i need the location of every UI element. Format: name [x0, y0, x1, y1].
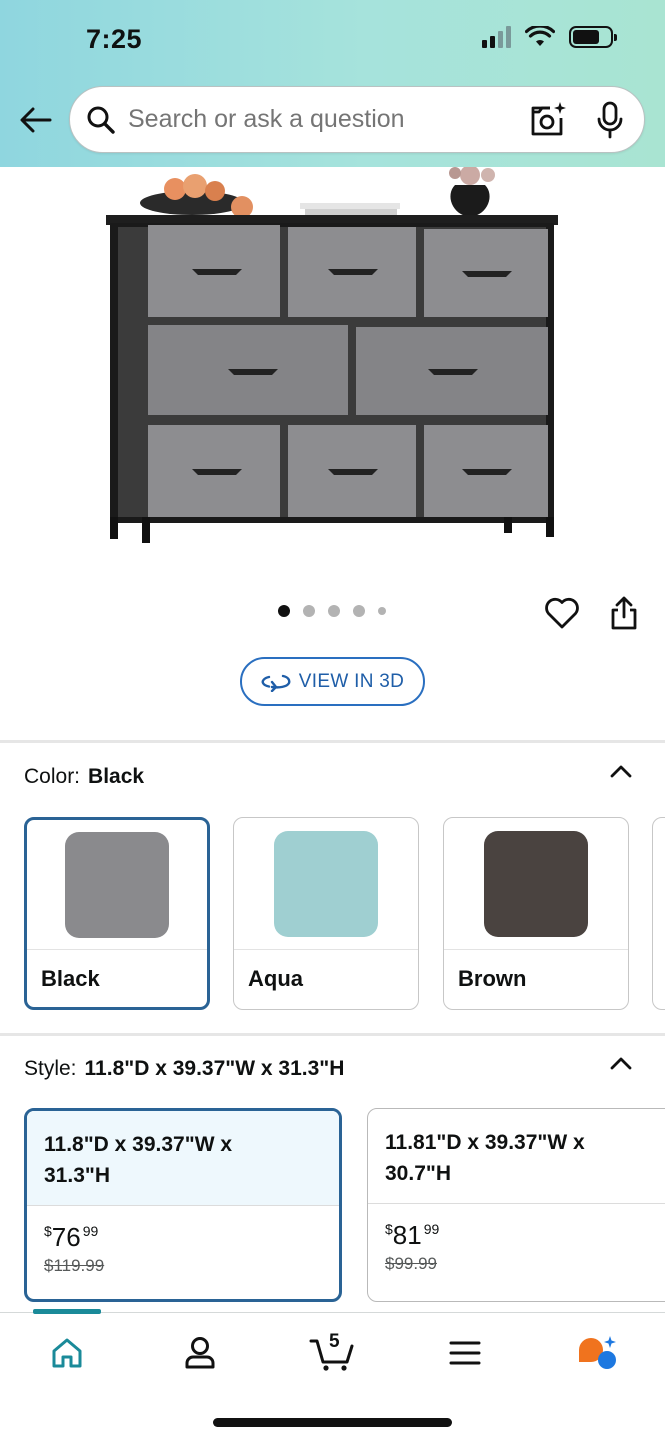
menu-icon: [449, 1341, 481, 1365]
view-in-3d-button[interactable]: VIEW IN 3D: [240, 657, 425, 706]
color-option-aqua[interactable]: Aqua: [233, 817, 419, 1010]
color-selected-value: Black: [88, 765, 145, 788]
status-icons: [482, 26, 617, 48]
color-option-brown[interactable]: Brown: [443, 817, 629, 1010]
nav-cart[interactable]: 5: [309, 1331, 357, 1373]
heart-icon[interactable]: [544, 596, 580, 630]
style-option-size: 30.7"H: [385, 1162, 451, 1185]
rotate-3d-icon: [261, 674, 291, 692]
style-section-label: Style: 11.8"D x 39.37"W x 31.3"H: [24, 1057, 344, 1081]
gallery-dot[interactable]: [278, 605, 290, 617]
style-option-price: $81 99: [385, 1220, 440, 1250]
color-section-label: Color: Black: [24, 765, 144, 789]
search-icon: [87, 106, 115, 134]
nav-active-indicator: [33, 1309, 101, 1314]
swatch-aqua: [274, 830, 378, 937]
nav-menu[interactable]: [442, 1333, 488, 1373]
back-button[interactable]: [16, 100, 56, 140]
style-option-1[interactable]: 11.8"D x 39.37"W x 31.3"H $76 99 $119.99: [24, 1108, 342, 1302]
nav-account[interactable]: [177, 1333, 223, 1373]
gallery-dot[interactable]: [378, 607, 386, 615]
style-option-list-price: $119.99: [44, 1256, 105, 1275]
camera-search-icon[interactable]: [528, 100, 568, 140]
style-option-list-price: $99.99: [385, 1254, 437, 1273]
gallery-dot[interactable]: [353, 605, 365, 617]
style-option-price: $76 99: [44, 1222, 99, 1252]
cart-count: 5: [329, 1331, 340, 1352]
divider: [0, 1033, 665, 1036]
microphone-icon[interactable]: [594, 100, 626, 140]
battery-icon: [569, 26, 617, 48]
status-time: 7:25: [86, 24, 143, 54]
color-option-label: Aqua: [248, 966, 303, 991]
search-input[interactable]: [128, 105, 528, 134]
color-label: Color:: [24, 765, 81, 788]
gallery-pagination[interactable]: [278, 605, 386, 617]
color-option-black[interactable]: Black: [24, 817, 210, 1010]
color-option-partial[interactable]: [652, 817, 665, 1010]
color-option-label: Black: [41, 966, 100, 991]
home-indicator: [213, 1418, 452, 1427]
home-icon: [52, 1338, 82, 1368]
swatch-black: [65, 831, 169, 938]
swatch-brown: [484, 830, 588, 937]
style-selected-value: 11.8"D x 39.37"W x 31.3"H: [84, 1057, 345, 1080]
wifi-icon: [525, 26, 555, 46]
view-in-3d-label: VIEW IN 3D: [298, 670, 405, 692]
search-bar[interactable]: [69, 86, 645, 153]
product-image[interactable]: [100, 167, 570, 557]
divider: [0, 740, 665, 743]
gallery-dot[interactable]: [328, 605, 340, 617]
style-label: Style:: [24, 1057, 77, 1080]
style-option-size: 11.8"D x 39.37"W x: [44, 1133, 233, 1156]
nav-rufus[interactable]: [574, 1333, 620, 1373]
rufus-assistant-icon: [579, 1336, 616, 1369]
person-icon: [185, 1337, 215, 1369]
back-arrow-icon: [20, 107, 52, 133]
style-option-size: 31.3"H: [44, 1164, 110, 1187]
signal-icon: [482, 26, 511, 48]
nav-home[interactable]: [44, 1333, 90, 1373]
gallery-dot[interactable]: [303, 605, 315, 617]
style-option-2[interactable]: 11.81"D x 39.37"W x 30.7"H $81 99 $99.99: [367, 1108, 665, 1302]
style-option-size: 11.81"D x 39.37"W x: [385, 1131, 585, 1154]
share-icon[interactable]: [608, 595, 640, 631]
collapse-style-icon[interactable]: [609, 1055, 633, 1071]
color-option-label: Brown: [458, 966, 527, 991]
header: 7:25: [0, 0, 665, 167]
collapse-color-icon[interactable]: [609, 763, 633, 779]
